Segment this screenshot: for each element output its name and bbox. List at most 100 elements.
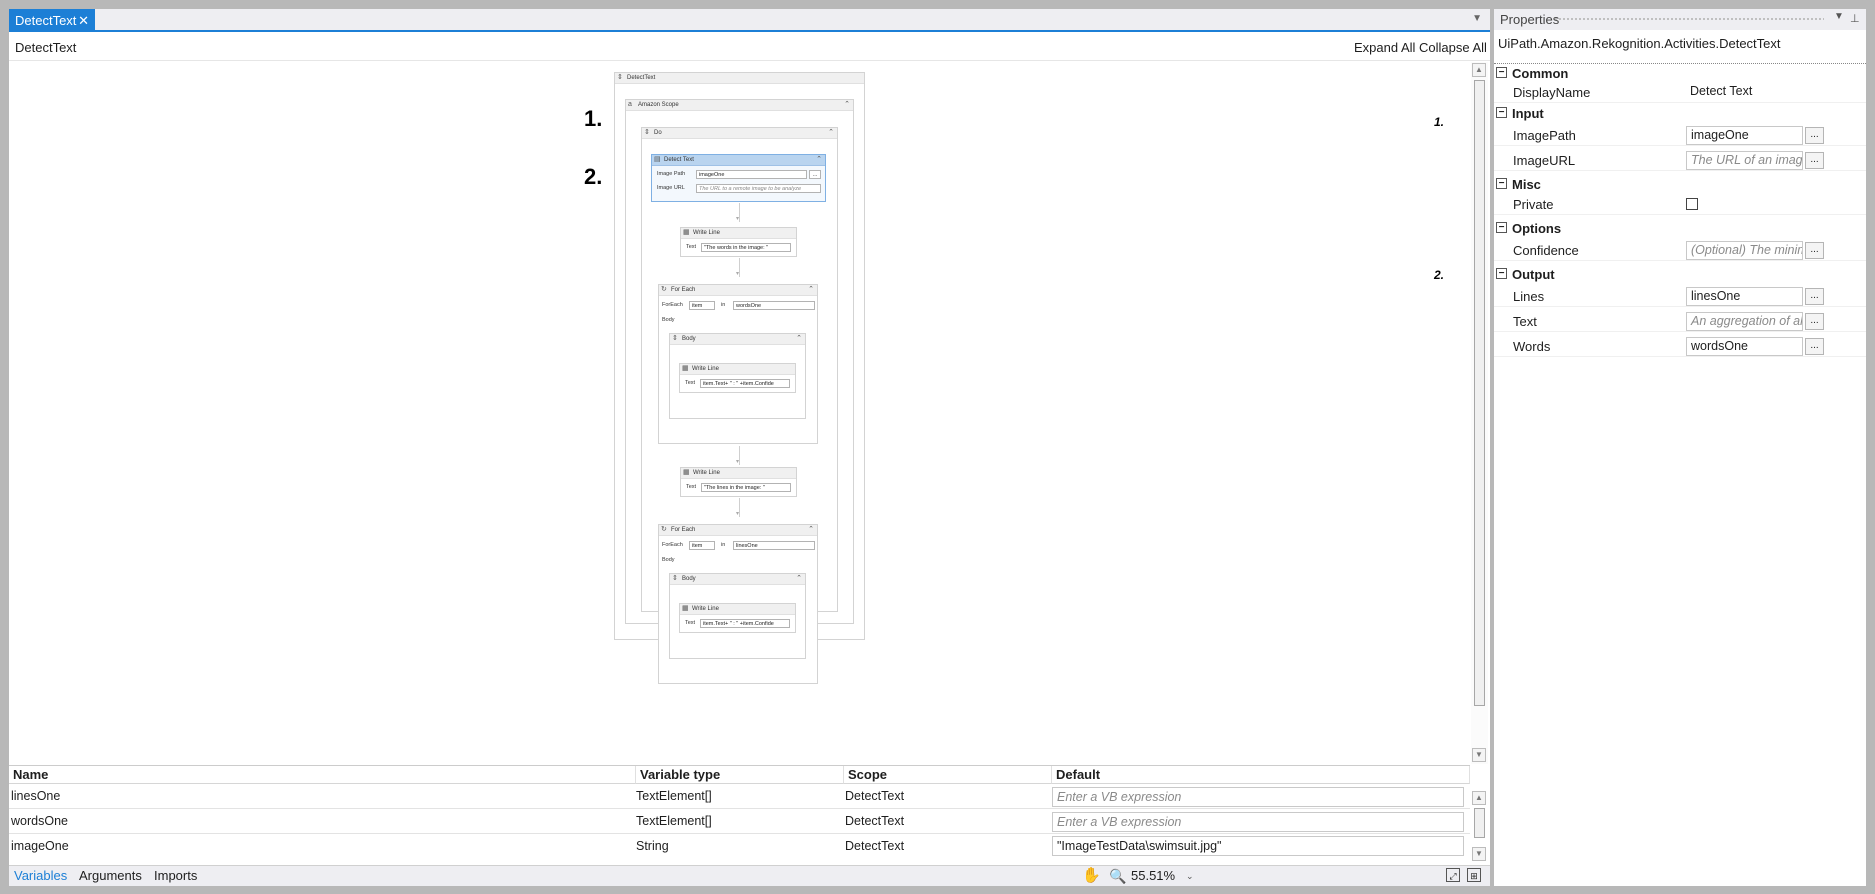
- overview-icon[interactable]: ⊞: [1467, 868, 1481, 882]
- foreach-collection-field[interactable]: wordsOne: [733, 301, 815, 310]
- foreach-item-field[interactable]: item: [689, 541, 715, 550]
- foreach-collection-field[interactable]: linesOne: [733, 541, 815, 550]
- category-input[interactable]: − Input: [1494, 104, 1866, 123]
- text-field[interactable]: "The words in the image: ": [701, 243, 791, 252]
- text-field[interactable]: "The lines in the image: ": [701, 483, 791, 492]
- variable-default-field[interactable]: Enter a VB expression: [1052, 812, 1464, 832]
- canvas-vertical-scrollbar[interactable]: ▲ ▼: [1471, 62, 1488, 764]
- search-icon[interactable]: 🔍: [1109, 866, 1126, 886]
- collapse-icon[interactable]: −: [1496, 222, 1507, 233]
- image-path-field[interactable]: imageOne: [696, 170, 807, 179]
- activity-write-line-2[interactable]: ▦ Write Line Text "The lines in the imag…: [680, 467, 797, 497]
- pin-icon[interactable]: ⊥: [1850, 12, 1860, 25]
- variable-type-cell[interactable]: TextElement[]: [634, 786, 839, 807]
- activity-detect-text[interactable]: ▤ Detect Text ⌃ Image Path imageOne ... …: [651, 154, 826, 202]
- expand-all-button[interactable]: Expand All: [1354, 34, 1415, 61]
- lines-field[interactable]: linesOne: [1686, 287, 1803, 306]
- zoom-level[interactable]: 55.51%: [1131, 866, 1175, 886]
- tab-arguments[interactable]: Arguments: [79, 866, 142, 886]
- activity-write-line-inner[interactable]: ▦ Write Line Text item.Text+ " : " +item…: [679, 603, 796, 633]
- close-icon[interactable]: ✕: [78, 9, 89, 32]
- imagepath-field[interactable]: imageOne: [1686, 126, 1803, 145]
- property-row-imagepath[interactable]: ImagePath imageOne ...: [1494, 125, 1866, 146]
- variable-default-field[interactable]: "ImageTestData\swimsuit.jpg": [1052, 836, 1464, 856]
- image-path-browse-button[interactable]: ...: [809, 170, 821, 179]
- variable-name-cell[interactable]: wordsOne: [9, 811, 629, 832]
- breadcrumb[interactable]: DetectText: [15, 34, 76, 61]
- confidence-browse-button[interactable]: ...: [1805, 242, 1824, 259]
- lines-browse-button[interactable]: ...: [1805, 288, 1824, 305]
- collapse-chevron-icon[interactable]: ⌃: [828, 128, 834, 138]
- collapse-all-button[interactable]: Collapse All: [1419, 34, 1487, 61]
- activity-write-line-1[interactable]: ▦ Write Line Text "The words in the imag…: [680, 227, 797, 257]
- activity-for-each-1[interactable]: ↻ For Each ⌃ ForEach item in wordsOne Bo…: [658, 284, 818, 444]
- property-row-words[interactable]: Words wordsOne ...: [1494, 336, 1866, 357]
- variable-name-cell[interactable]: linesOne: [9, 786, 629, 807]
- collapse-chevron-icon[interactable]: ⌃: [808, 285, 814, 295]
- imageurl-field[interactable]: The URL of an image: [1686, 151, 1803, 170]
- displayname-field[interactable]: Detect Text: [1686, 83, 1803, 102]
- scroll-down-icon[interactable]: ▼: [1472, 847, 1486, 861]
- tab-variables[interactable]: Variables: [14, 866, 67, 886]
- collapse-chevron-icon[interactable]: ⌃: [796, 334, 802, 344]
- imagepath-browse-button[interactable]: ...: [1805, 127, 1824, 144]
- words-browse-button[interactable]: ...: [1805, 338, 1824, 355]
- dropdown-icon[interactable]: ▼: [1472, 13, 1482, 24]
- scroll-thumb[interactable]: [1474, 808, 1485, 838]
- column-header-name[interactable]: Name: [9, 766, 636, 784]
- text-field[interactable]: item.Text+ " : " +item.Confide: [700, 379, 790, 388]
- category-common[interactable]: − Common: [1494, 63, 1866, 82]
- activity-write-line-inner[interactable]: ▦ Write Line Text item.Text+ " : " +item…: [679, 363, 796, 393]
- collapse-icon[interactable]: −: [1496, 178, 1507, 189]
- column-header-scope[interactable]: Scope: [844, 766, 1052, 784]
- foreach-item-field[interactable]: item: [689, 301, 715, 310]
- text-field[interactable]: item.Text+ " : " +item.Confide: [700, 619, 790, 628]
- scroll-up-icon[interactable]: ▲: [1472, 63, 1486, 77]
- dropdown-icon[interactable]: ▼: [1834, 11, 1844, 22]
- property-row-imageurl[interactable]: ImageURL The URL of an image ...: [1494, 150, 1866, 171]
- variable-name-cell[interactable]: imageOne: [9, 836, 629, 857]
- scroll-up-icon[interactable]: ▲: [1472, 791, 1486, 805]
- sequence-detecttext[interactable]: ⇕ DetectText a Amazon Scope ⌃ ⇕ Do ⌃ ▤ D…: [614, 72, 865, 684]
- column-header-default[interactable]: Default: [1052, 766, 1470, 784]
- collapse-icon[interactable]: −: [1496, 107, 1507, 118]
- activity-amazon-scope[interactable]: a Amazon Scope ⌃ ⇕ Do ⌃ ▤ Detect Text ⌃ …: [625, 99, 854, 684]
- confidence-field[interactable]: (Optional) The minim: [1686, 241, 1803, 260]
- collapse-chevron-icon[interactable]: ⌃: [808, 525, 814, 535]
- fit-screen-icon[interactable]: ⤢: [1446, 868, 1460, 882]
- collapse-chevron-icon[interactable]: ⌃: [796, 574, 802, 584]
- variable-scope-cell[interactable]: DetectText: [843, 811, 1048, 832]
- variable-scope-cell[interactable]: DetectText: [843, 836, 1048, 857]
- activity-for-each-2[interactable]: ↻ For Each ⌃ ForEach item in linesOne Bo…: [658, 524, 818, 684]
- hand-icon[interactable]: ✋: [1082, 866, 1101, 886]
- column-header-type[interactable]: Variable type: [636, 766, 844, 784]
- scroll-down-icon[interactable]: ▼: [1472, 748, 1486, 762]
- category-misc[interactable]: − Misc: [1494, 175, 1866, 194]
- imageurl-browse-button[interactable]: ...: [1805, 152, 1824, 169]
- text-browse-button[interactable]: ...: [1805, 313, 1824, 330]
- variable-type-cell[interactable]: TextElement[]: [634, 811, 839, 832]
- property-row-private[interactable]: Private: [1494, 194, 1866, 215]
- collapse-icon[interactable]: −: [1496, 67, 1507, 78]
- sequence-do[interactable]: ⇕ Do ⌃ ▤ Detect Text ⌃ Image Path imageO…: [641, 127, 838, 684]
- variable-default-field[interactable]: Enter a VB expression: [1052, 787, 1464, 807]
- collapse-chevron-icon[interactable]: ⌃: [844, 100, 850, 110]
- scroll-thumb[interactable]: [1474, 80, 1485, 706]
- variable-type-cell[interactable]: String: [634, 836, 839, 857]
- tab-detecttext[interactable]: DetectText ✕: [9, 9, 95, 32]
- property-row-confidence[interactable]: Confidence (Optional) The minim ...: [1494, 240, 1866, 261]
- chevron-down-icon[interactable]: ⌄: [1186, 866, 1194, 886]
- sequence-body[interactable]: ⇕ Body ⌃ ▦ Write Line Text item.Text+ " …: [669, 573, 806, 659]
- category-output[interactable]: − Output: [1494, 265, 1866, 284]
- collapse-icon[interactable]: −: [1496, 268, 1507, 279]
- property-row-lines[interactable]: Lines linesOne ...: [1494, 286, 1866, 307]
- variable-scope-cell[interactable]: DetectText: [843, 786, 1048, 807]
- category-options[interactable]: − Options: [1494, 219, 1866, 238]
- workflow-canvas[interactable]: 1. 2. 1. 2. ⇕ DetectText a Amazon Scope …: [9, 62, 1470, 765]
- panel-grip[interactable]: [1554, 17, 1824, 22]
- sequence-body[interactable]: ⇕ Body ⌃ ▦ Write Line Text item.Text+ " …: [669, 333, 806, 419]
- property-row-text[interactable]: Text An aggregation of all ...: [1494, 311, 1866, 332]
- tab-imports[interactable]: Imports: [154, 866, 197, 886]
- words-field[interactable]: wordsOne: [1686, 337, 1803, 356]
- collapse-chevron-icon[interactable]: ⌃: [816, 155, 822, 165]
